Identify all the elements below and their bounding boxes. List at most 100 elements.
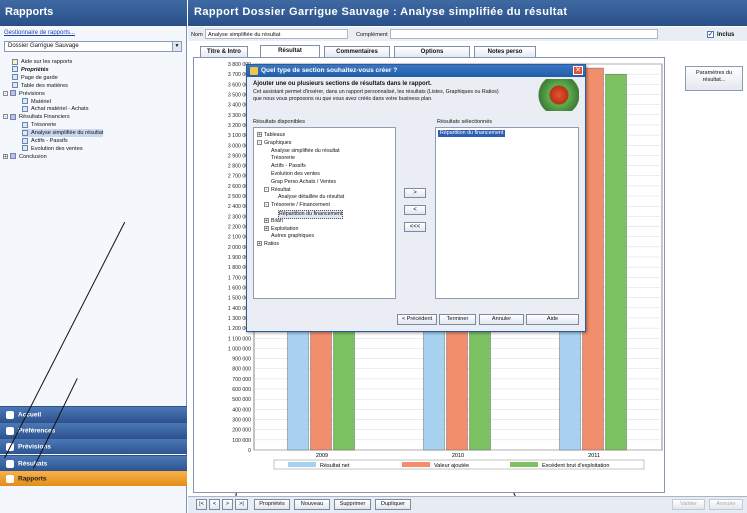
tree-item[interactable]: + Conclusion — [3, 153, 47, 161]
selected-results-list[interactable]: Répartition du financement — [435, 127, 579, 299]
remove-all-button[interactable]: <<< — [404, 222, 426, 232]
available-item-label: Grap Perso Achats / Ventes — [271, 178, 337, 185]
remove-button[interactable]: < — [404, 205, 426, 215]
result-settings-button[interactable]: Paramètres du résultat... — [685, 66, 743, 91]
available-item-label: Analyse simplifiée du résultat — [271, 147, 340, 154]
properties-button[interactable]: Propriétés — [254, 499, 290, 510]
delete-button[interactable]: Supprimer — [334, 499, 371, 510]
close-icon[interactable]: ✕ — [573, 66, 583, 75]
folder-icon — [10, 90, 16, 97]
tab-1[interactable]: Résultat — [260, 45, 320, 57]
name-field[interactable]: Analyse simplifiée du résultat — [205, 29, 348, 39]
previous-button[interactable]: < — [209, 499, 220, 510]
y-tick-label: 300 000 — [232, 418, 251, 424]
expand-icon[interactable]: + — [257, 132, 262, 138]
home-icon — [6, 411, 14, 419]
nav-4[interactable]: Rapports — [0, 470, 187, 486]
collapse-icon[interactable]: - — [264, 202, 269, 208]
checkbox-icon[interactable]: ✓ — [707, 31, 714, 38]
first-button[interactable]: |< — [196, 499, 207, 510]
tree-item[interactable]: Page de garde — [12, 74, 58, 82]
available-item[interactable]: Analyse détaillée du résultat — [278, 194, 344, 201]
available-item[interactable]: Répartition du financement — [278, 210, 344, 219]
nav-3[interactable]: Résultats — [0, 455, 187, 471]
help-button[interactable]: Aide — [526, 314, 579, 325]
tree-item[interactable]: Propriétés — [12, 66, 49, 74]
available-item-label: Autres graphiques — [271, 233, 314, 240]
collapse-icon[interactable]: - — [264, 186, 269, 192]
y-tick-label: 500 000 — [232, 397, 251, 403]
expand-icon[interactable]: + — [257, 241, 262, 247]
cancel-button[interactable]: Annuler — [709, 499, 743, 510]
y-tick-label: 200 000 — [232, 428, 251, 434]
available-item[interactable]: - Résultat — [264, 187, 290, 194]
tab-4[interactable]: Notes perso — [474, 46, 536, 57]
name-label: Nom — [191, 32, 203, 38]
available-item-label: Trésorerie / Financement — [271, 202, 330, 209]
available-results-list[interactable]: + Tableaux - Graphiques Analyse simplifiée d… — [253, 127, 396, 299]
available-item[interactable]: + Exploitation — [264, 226, 298, 233]
selected-item[interactable]: Répartition du financement — [438, 130, 506, 137]
available-item[interactable]: Grap Perso Achats / Ventes — [271, 179, 336, 186]
available-item[interactable]: - Graphiques — [257, 140, 291, 147]
expand-icon[interactable]: + — [3, 153, 8, 159]
duplicate-button[interactable]: Dupliquer — [375, 499, 411, 510]
nav-1[interactable]: Préférences — [0, 422, 187, 438]
legend-label: Résultat net — [320, 463, 350, 469]
available-item[interactable]: + Tableaux — [257, 132, 285, 139]
tab-3[interactable]: Options — [394, 46, 470, 57]
available-item[interactable]: Actifs - Passifs — [271, 163, 306, 170]
report-manager-link[interactable]: Gestionnaire de rapports... — [4, 30, 75, 36]
tree-item-label: Matériel — [31, 98, 51, 105]
inclus-checkbox[interactable]: ✓ Inclus — [707, 31, 734, 38]
tab-2[interactable]: Commentaires — [324, 46, 390, 57]
tree-item-label: Actifs - Passifs — [31, 138, 68, 144]
new-button[interactable]: Nouveau — [294, 499, 330, 510]
legend-swatch — [288, 462, 316, 467]
next-button[interactable]: > — [222, 499, 233, 510]
chart-icon — [22, 145, 28, 152]
previous-step-button[interactable]: < Précédent — [397, 314, 437, 325]
chevron-down-icon[interactable]: ▼ — [172, 42, 181, 51]
expand-icon[interactable]: + — [264, 225, 269, 231]
tab-0[interactable]: Titre & Intro — [200, 46, 248, 57]
expand-icon[interactable]: + — [264, 217, 269, 223]
tree-item[interactable]: Table des matières — [12, 82, 68, 90]
validate-button[interactable]: Valider — [672, 499, 705, 510]
page-title: Rapport Dossier Garrigue Sauvage : Analy… — [188, 0, 747, 26]
nav-2[interactable]: Prévisions — [0, 438, 187, 454]
finish-button[interactable]: Terminer — [439, 314, 476, 325]
chart-icon — [22, 129, 28, 136]
folder-icon — [10, 113, 16, 120]
tree-item[interactable]: Achat matériel - Achats — [22, 105, 89, 113]
available-item[interactable]: Autres graphiques — [271, 233, 314, 240]
dossier-select[interactable]: Dossier Garrigue Sauvage ▼ — [4, 41, 182, 52]
tree-item[interactable]: Evolution des ventes — [22, 145, 83, 153]
legend-swatch — [510, 462, 538, 467]
x-tick-label: 2010 — [452, 453, 464, 459]
tree-item[interactable]: Aide sur les rapports — [12, 58, 72, 66]
tree-item[interactable]: Analyse simplifiée du résultat — [22, 129, 104, 138]
available-item[interactable]: Analyse simplifiée du résultat — [271, 148, 340, 155]
complement-field[interactable] — [390, 29, 658, 39]
tree-item[interactable]: Actifs - Passifs — [22, 137, 68, 145]
tree-item-label: Prévisions — [19, 90, 45, 97]
available-item[interactable]: - Trésorerie / Financement — [264, 202, 330, 209]
y-tick-label: 800 000 — [232, 367, 251, 373]
available-item-label: Analyse détaillée du résultat — [278, 194, 345, 201]
available-item[interactable]: + Bilan — [264, 218, 283, 225]
tree-item[interactable]: - Prévisions — [3, 90, 45, 98]
add-button[interactable]: > — [404, 188, 426, 198]
tree-item[interactable]: Trésorerie — [22, 121, 56, 129]
collapse-icon[interactable]: - — [3, 90, 8, 96]
available-item[interactable]: Evolution des ventes — [271, 171, 320, 178]
tree-item[interactable]: - Résultats Financiers — [3, 113, 70, 121]
collapse-icon[interactable]: - — [3, 114, 8, 120]
tree-item[interactable]: Matériel — [22, 98, 51, 106]
available-item[interactable]: Trésorerie — [271, 155, 295, 162]
dialog-cancel-button[interactable]: Annuler — [479, 314, 524, 325]
available-item[interactable]: + Ratios — [257, 241, 279, 248]
last-button[interactable]: >| — [235, 499, 248, 510]
tree-item-label: Evolution des ventes — [31, 145, 83, 152]
collapse-icon[interactable]: - — [257, 139, 262, 145]
